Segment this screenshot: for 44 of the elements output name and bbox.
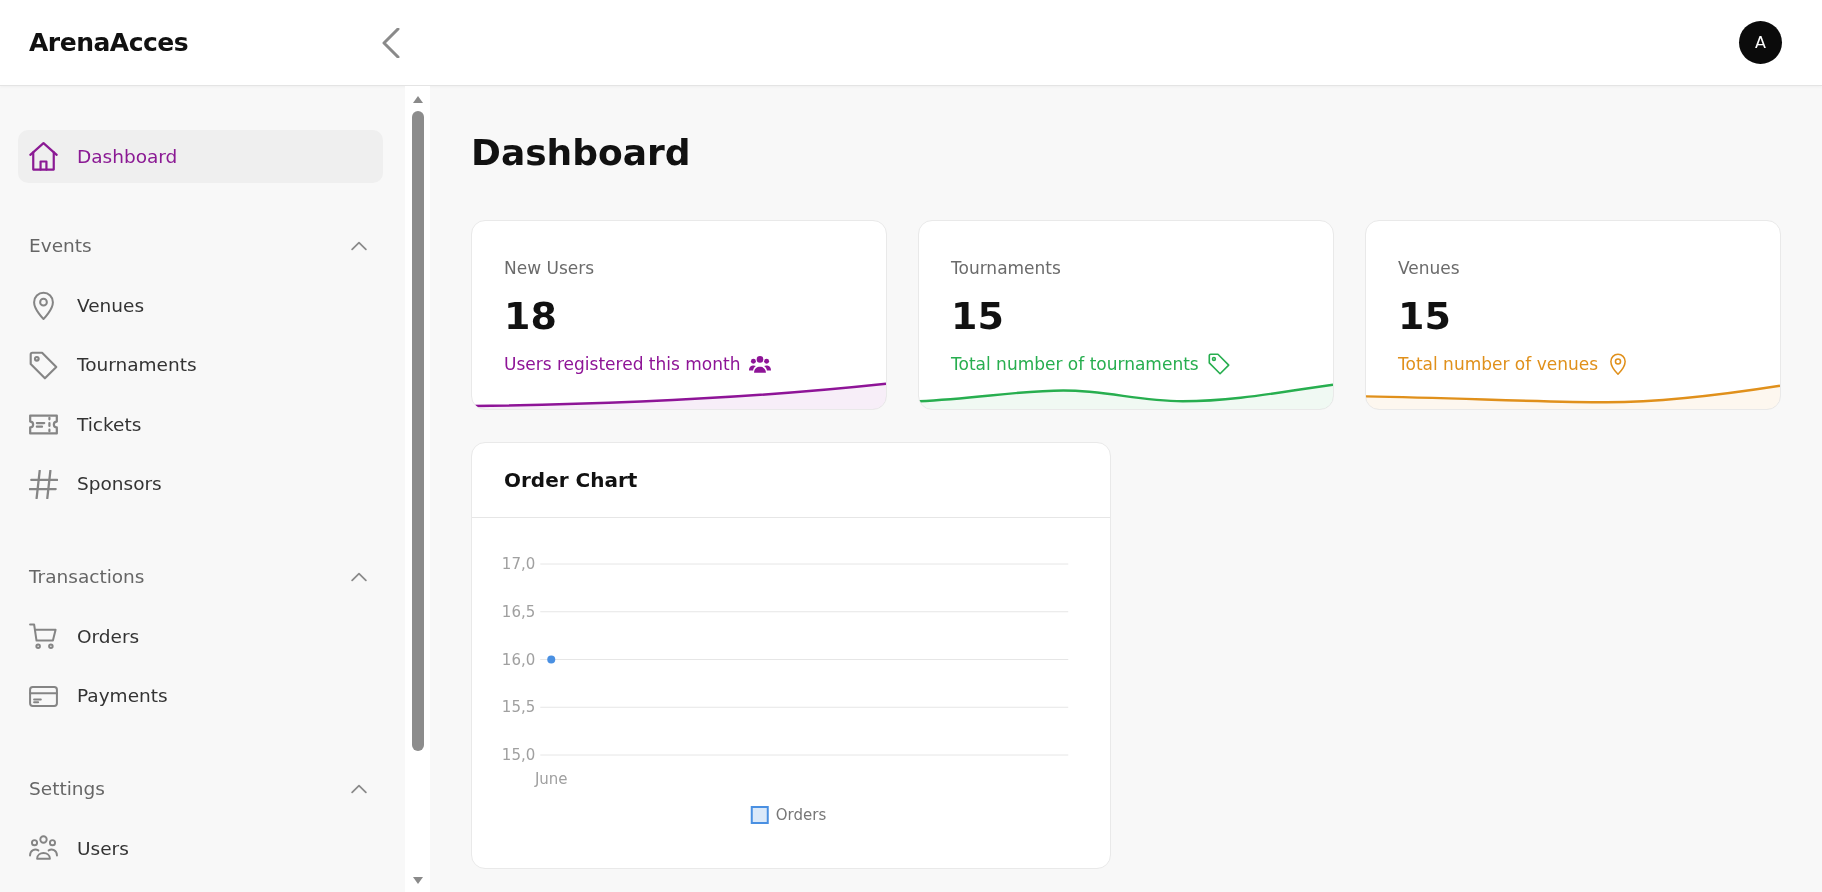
hash-icon: [29, 469, 58, 499]
y-axis-label: 17,0: [501, 555, 536, 573]
chevron-left-icon: [380, 27, 402, 58]
stat-value: 15: [951, 293, 1004, 339]
scroll-up-icon[interactable]: [412, 96, 423, 103]
section-header[interactable]: Events: [18, 226, 383, 266]
home-icon: [29, 142, 58, 171]
nav-item[interactable]: Venues: [18, 276, 383, 336]
app-logo: ArenaAcces: [29, 26, 189, 59]
stat-caption: Users registered this month: [504, 353, 741, 376]
scrollbar-track[interactable]: [405, 86, 430, 892]
nav-item[interactable]: Tickets: [18, 395, 383, 455]
stat-caption: Total number of tournaments: [951, 353, 1199, 376]
nav-item[interactable]: Sponsors: [18, 454, 383, 514]
y-axis-label: 15,0: [501, 746, 536, 764]
section-header[interactable]: Settings: [18, 769, 383, 809]
tag-icon: [29, 350, 58, 380]
stat-label: New Users: [504, 257, 595, 280]
page-title: Dashboard: [471, 131, 691, 174]
x-axis-label: June: [534, 770, 568, 788]
tag-icon: [1207, 353, 1230, 375]
stat-label: Venues: [1398, 257, 1460, 280]
avatar-button[interactable]: A: [1739, 21, 1782, 64]
stat-caption: Total number of venues: [1398, 353, 1599, 376]
scroll-down-icon[interactable]: [412, 877, 423, 884]
stat-value: 18: [504, 293, 557, 339]
section-header[interactable]: Transactions: [18, 557, 383, 597]
nav-item[interactable]: Dashboard: [18, 130, 383, 183]
scrollbar-thumb[interactable]: [411, 111, 424, 751]
users-icon: [749, 353, 772, 375]
chart-title: Order Chart: [504, 468, 638, 492]
nav-item[interactable]: Tournaments: [18, 335, 383, 395]
legend-label[interactable]: Orders: [775, 806, 827, 824]
nav-item[interactable]: Payments: [18, 666, 383, 726]
nav-item[interactable]: Users: [18, 819, 383, 879]
y-axis-label: 16,5: [501, 602, 536, 621]
cart-icon: [29, 622, 58, 652]
stat-value: 15: [1398, 293, 1451, 339]
y-axis-label: 15,5: [501, 698, 536, 717]
legend-swatch-icon[interactable]: [750, 806, 769, 824]
nav-item[interactable]: Orders: [18, 607, 383, 667]
stat-label: Tournaments: [951, 257, 1061, 280]
collapse-sidebar-button[interactable]: [380, 27, 402, 58]
y-axis-label: 16,0: [501, 650, 536, 669]
